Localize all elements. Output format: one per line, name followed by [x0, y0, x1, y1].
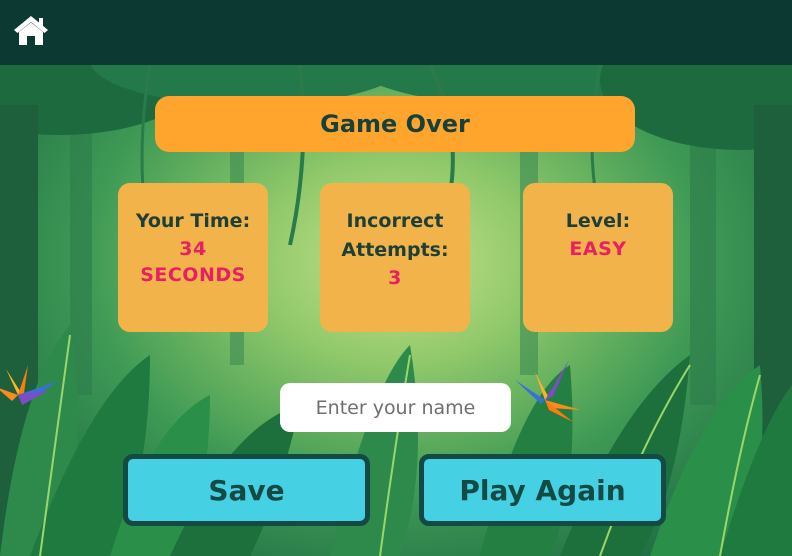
home-button[interactable] [13, 14, 49, 46]
time-label: Your Time: [135, 210, 251, 232]
time-unit: SECONDS [140, 264, 246, 286]
level-card: Level: EASY [523, 183, 673, 332]
time-card: Your Time: 34 SECONDS [118, 183, 268, 332]
play-again-button[interactable]: Play Again [419, 454, 666, 526]
home-icon [14, 16, 48, 45]
attempts-value: 3 [388, 267, 402, 289]
level-value: EASY [569, 238, 627, 260]
top-bar [0, 0, 792, 65]
name-input[interactable] [280, 383, 511, 432]
attempts-label-line2: Attempts: [341, 239, 449, 261]
time-value: 34 [179, 238, 207, 260]
attempts-label-line1: Incorrect [346, 210, 444, 232]
level-label: Level: [565, 210, 631, 232]
attempts-card: Incorrect Attempts: 3 [320, 183, 470, 332]
game-over-title: Game Over [155, 96, 635, 152]
save-button[interactable]: Save [123, 454, 370, 526]
